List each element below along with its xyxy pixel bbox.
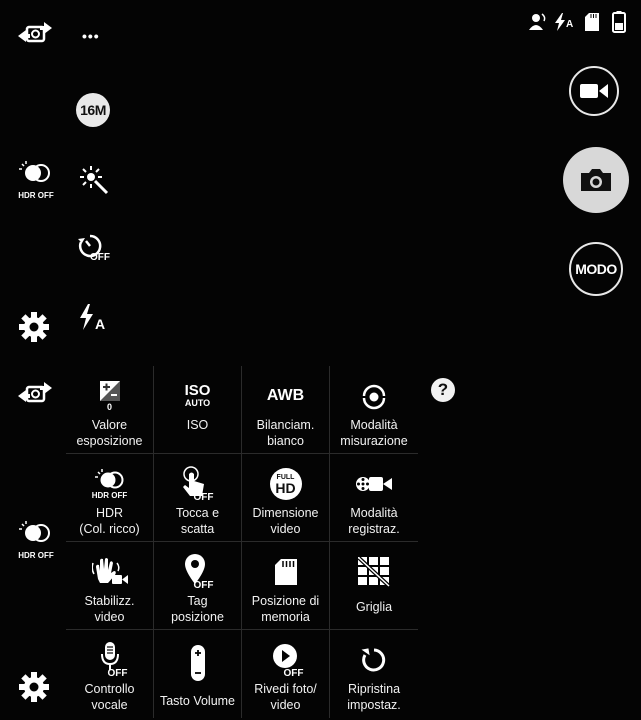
hdr-icon xyxy=(19,521,50,542)
awb-icon: AWB xyxy=(266,387,305,404)
mode-button[interactable]: MODO xyxy=(569,242,623,296)
exposure-value: 0 xyxy=(106,401,112,412)
hdr-setting-label: HDR (Col. ricco) xyxy=(79,506,140,536)
metering-label: Modalità misurazione xyxy=(340,418,408,448)
stabilization-icon xyxy=(91,558,128,584)
recording-mode-label: Modalità registraz. xyxy=(348,506,400,536)
exposure-icon xyxy=(99,380,120,401)
iso-setting[interactable]: ISO AUTO ISO xyxy=(154,366,242,454)
timer-button[interactable]: OFF xyxy=(76,232,116,272)
flash-icon xyxy=(80,304,93,330)
reset-setting[interactable]: Ripristina impostaz. xyxy=(330,630,418,718)
help-label: ? xyxy=(437,380,449,399)
help-button[interactable]: ? xyxy=(431,378,455,402)
hdr-setting[interactable]: HDR OFF HDR (Col. ricco) xyxy=(66,454,154,542)
video-size-setting[interactable]: FULL HD Dimensione video xyxy=(242,454,330,542)
location-off-text: OFF xyxy=(193,580,214,591)
exposure-label: Valore esposizione xyxy=(76,418,143,448)
storage-label: Posizione di memoria xyxy=(251,594,320,624)
settings-gear-button[interactable] xyxy=(18,311,50,348)
touch-off-text: OFF xyxy=(193,492,214,503)
hdr-label: HDR OFF xyxy=(18,551,54,560)
recording-mode-setting[interactable]: Modalità registraz. xyxy=(330,454,418,542)
camera-icon xyxy=(581,169,611,191)
gear-icon xyxy=(19,312,49,342)
touch-shoot-label: Tocca e scatta xyxy=(175,506,220,536)
voice-off-text: OFF xyxy=(107,668,128,679)
storage-setting[interactable]: Posizione di memoria xyxy=(242,542,330,630)
review-label: Rivedi foto/ video xyxy=(254,682,317,712)
sd-card-icon xyxy=(274,559,297,585)
volume-key-label: Tasto Volume xyxy=(159,694,236,708)
settings-gear-button-2[interactable] xyxy=(18,671,50,708)
full-hd-bottom: HD xyxy=(275,479,296,496)
more-options-button[interactable]: ••• xyxy=(82,28,100,44)
flash-mode-label: A xyxy=(95,316,106,332)
reset-icon xyxy=(361,648,386,672)
resolution-badge[interactable]: 16M xyxy=(76,93,110,127)
metering-setting[interactable]: Modalità misurazione xyxy=(330,366,418,454)
magic-wand-icon xyxy=(80,166,109,195)
video-record-button[interactable] xyxy=(569,66,619,116)
white-balance-setting[interactable]: AWB Bilanciam. bianco xyxy=(242,366,330,454)
status-bar: A xyxy=(528,10,638,36)
hdr-toggle-2[interactable]: HDR OFF xyxy=(14,520,58,560)
hdr-icon xyxy=(94,468,123,488)
effects-button[interactable] xyxy=(74,160,114,200)
grid-setting[interactable]: Griglia xyxy=(330,542,418,630)
hdr-off-text: HDR OFF xyxy=(91,490,128,500)
grid-label: Griglia xyxy=(355,600,393,614)
recording-mode-icon xyxy=(356,477,392,491)
sd-card-icon xyxy=(585,13,599,31)
settings-grid: 0 Valore esposizione ISO AUTO ISO AWB Bi… xyxy=(66,366,418,718)
face-detection-icon xyxy=(529,13,546,30)
review-off-text: OFF xyxy=(283,668,304,679)
shutter-button[interactable] xyxy=(563,147,629,213)
gear-icon xyxy=(19,672,49,702)
timer-label: OFF xyxy=(90,252,110,263)
voice-control-label: Controllo vocale xyxy=(84,682,135,712)
iso-icon: ISO xyxy=(184,382,211,399)
white-balance-label: Bilanciam. bianco xyxy=(256,418,315,448)
hdr-toggle[interactable]: HDR OFF xyxy=(14,160,58,200)
video-stabilization-setting[interactable]: Stabilizz. video xyxy=(66,542,154,630)
location-tag-label: Tag posizione xyxy=(171,594,224,624)
switch-camera-icon[interactable] xyxy=(14,16,56,50)
touch-shoot-setting[interactable]: OFF Tocca e scatta xyxy=(154,454,242,542)
mode-label: MODO xyxy=(575,261,617,277)
full-hd-icon: FULL HD xyxy=(269,468,302,500)
flash-button[interactable]: A xyxy=(78,304,114,334)
hdr-icon xyxy=(19,161,50,182)
iso-auto-text: AUTO xyxy=(184,398,211,408)
flash-auto-label: A xyxy=(566,19,574,30)
volume-key-setting[interactable]: Tasto Volume xyxy=(154,630,242,718)
reset-label: Ripristina impostaz. xyxy=(347,682,401,712)
video-camera-icon xyxy=(580,84,608,98)
iso-label: ISO xyxy=(186,418,209,432)
flash-icon xyxy=(555,13,565,31)
location-tag-setting[interactable]: OFF Tag posizione xyxy=(154,542,242,630)
hdr-label: HDR OFF xyxy=(18,191,54,200)
switch-camera-icon-2[interactable] xyxy=(14,376,56,410)
grid-icon xyxy=(358,557,390,587)
battery-icon xyxy=(612,11,626,33)
voice-control-setting[interactable]: OFF Controllo vocale xyxy=(66,630,154,718)
review-setting[interactable]: OFF Rivedi foto/ video xyxy=(242,630,330,718)
volume-key-icon xyxy=(190,645,205,681)
video-size-label: Dimensione video xyxy=(252,506,319,536)
exposure-setting[interactable]: 0 Valore esposizione xyxy=(66,366,154,454)
metering-icon xyxy=(362,384,386,410)
video-stabilization-label: Stabilizz. video xyxy=(84,594,135,624)
